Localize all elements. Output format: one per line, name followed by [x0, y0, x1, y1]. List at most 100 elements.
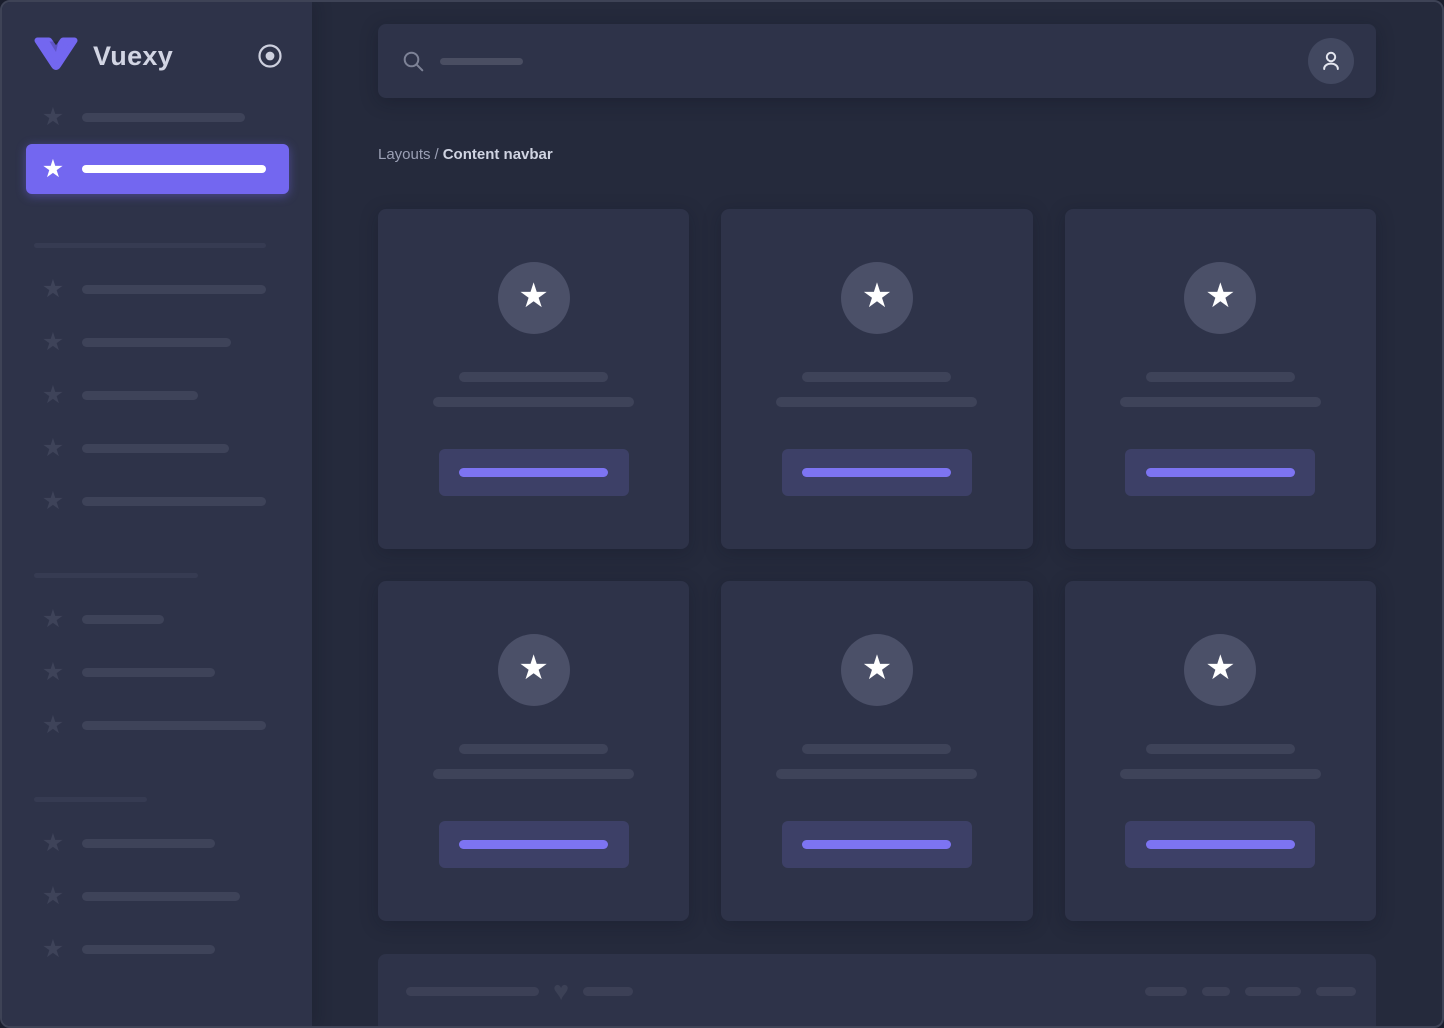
card-avatar-circle: ★ — [498, 262, 570, 334]
card-action-button[interactable] — [1125, 821, 1315, 868]
card-action-button[interactable] — [439, 449, 629, 496]
top-navbar — [378, 24, 1376, 98]
sidebar: Vuexy ★ ★ ★ — [2, 2, 312, 1026]
brand-title: Vuexy — [93, 41, 173, 72]
card-subtitle-placeholder — [776, 397, 977, 407]
star-icon: ★ — [41, 489, 65, 513]
card-avatar-circle: ★ — [1184, 262, 1256, 334]
star-icon: ★ — [41, 937, 65, 961]
star-icon: ★ — [862, 279, 892, 317]
star-icon: ★ — [1205, 651, 1235, 689]
card-subtitle-placeholder — [433, 769, 634, 779]
footer-text-placeholder — [406, 987, 539, 996]
star-icon: ★ — [41, 713, 65, 737]
menu-label-placeholder — [34, 797, 147, 802]
sidebar-menu-item[interactable]: ★ — [2, 831, 312, 855]
star-icon: ★ — [41, 436, 65, 460]
sidebar-menu-item[interactable]: ★ — [26, 144, 289, 194]
card-subtitle-placeholder — [1120, 397, 1321, 407]
vuexy-logo-icon[interactable] — [32, 36, 80, 76]
menu-label-placeholder — [82, 285, 266, 294]
user-avatar-button[interactable] — [1308, 38, 1354, 84]
button-label-placeholder — [802, 468, 951, 477]
card-avatar-circle: ★ — [1184, 634, 1256, 706]
card-avatar-circle: ★ — [498, 634, 570, 706]
star-icon: ★ — [41, 607, 65, 631]
sidebar-menu-item[interactable]: ★ — [2, 884, 312, 908]
menu-label-placeholder — [82, 945, 215, 954]
card-action-button[interactable] — [1125, 449, 1315, 496]
card-subtitle-placeholder — [433, 397, 634, 407]
menu-label-placeholder — [82, 444, 229, 453]
card-title-placeholder — [1146, 744, 1295, 754]
menu-label-placeholder — [82, 113, 245, 122]
sidebar-menu-item[interactable]: ★ — [2, 383, 312, 407]
placeholder-card: ★ — [1065, 581, 1376, 921]
app-window: Vuexy ★ ★ ★ — [0, 0, 1444, 1028]
menu-pin-toggle[interactable] — [257, 43, 283, 69]
card-subtitle-placeholder — [776, 769, 977, 779]
menu-label-placeholder — [82, 497, 266, 506]
sidebar-menu-item[interactable]: ★ — [2, 277, 312, 301]
menu-label-placeholder — [82, 668, 215, 677]
card-action-button[interactable] — [439, 821, 629, 868]
breadcrumb: Layouts/Content navbar — [378, 145, 1376, 165]
star-icon: ★ — [41, 105, 65, 129]
menu-label-placeholder — [82, 338, 231, 347]
main-content: Layouts/Content navbar ★ ★ — [312, 2, 1442, 1026]
breadcrumb-section[interactable]: Layouts — [378, 146, 431, 163]
card-action-button[interactable] — [782, 449, 972, 496]
menu-label-placeholder — [82, 892, 240, 901]
sidebar-menu: ★ ★ ★ ★ ★ ★ — [2, 76, 312, 961]
menu-label-placeholder — [82, 839, 215, 848]
sidebar-menu-item[interactable]: ★ — [2, 330, 312, 354]
placeholder-card: ★ — [721, 581, 1032, 921]
footer-links — [1145, 987, 1356, 996]
footer-text-placeholder — [583, 987, 633, 996]
menu-label-placeholder — [34, 243, 266, 248]
card-title-placeholder — [459, 372, 608, 382]
placeholder-card: ★ — [378, 581, 689, 921]
card-title-placeholder — [802, 744, 951, 754]
cards-grid: ★ ★ — [378, 209, 1376, 921]
star-icon: ★ — [41, 157, 65, 181]
button-label-placeholder — [459, 840, 608, 849]
button-label-placeholder — [1146, 840, 1295, 849]
star-icon: ★ — [41, 383, 65, 407]
sidebar-menu-item[interactable] — [34, 573, 312, 578]
menu-label-placeholder — [82, 721, 266, 730]
menu-label-placeholder — [34, 573, 198, 578]
card-action-button[interactable] — [782, 821, 972, 868]
card-title-placeholder — [459, 744, 608, 754]
footer-link-placeholder[interactable] — [1316, 987, 1356, 996]
footer-link-placeholder[interactable] — [1245, 987, 1301, 996]
card-subtitle-placeholder — [1120, 769, 1321, 779]
breadcrumb-separator: / — [435, 146, 439, 163]
sidebar-menu-item[interactable] — [34, 797, 312, 802]
button-label-placeholder — [459, 468, 608, 477]
search-input[interactable] — [402, 50, 1308, 73]
sidebar-menu-item[interactable] — [34, 243, 312, 248]
sidebar-menu-item[interactable]: ★ — [2, 660, 312, 684]
page-footer: ♥ — [378, 954, 1376, 1026]
sidebar-menu-item[interactable]: ★ — [2, 607, 312, 631]
sidebar-menu-item[interactable]: ★ — [2, 937, 312, 961]
menu-label-placeholder — [82, 165, 266, 173]
star-icon: ★ — [41, 660, 65, 684]
sidebar-menu-item[interactable]: ★ — [2, 436, 312, 460]
person-icon — [1319, 49, 1343, 73]
heart-icon: ♥ — [553, 978, 569, 1005]
card-avatar-circle: ★ — [841, 634, 913, 706]
sidebar-menu-item[interactable]: ★ — [2, 105, 312, 129]
placeholder-card: ★ — [378, 209, 689, 549]
breadcrumb-current: Content navbar — [443, 146, 553, 163]
star-icon: ★ — [41, 831, 65, 855]
star-icon: ★ — [41, 277, 65, 301]
star-icon: ★ — [1205, 279, 1235, 317]
search-placeholder-bar — [440, 58, 523, 65]
footer-link-placeholder[interactable] — [1202, 987, 1230, 996]
card-title-placeholder — [1146, 372, 1295, 382]
footer-link-placeholder[interactable] — [1145, 987, 1187, 996]
sidebar-menu-item[interactable]: ★ — [2, 489, 312, 513]
sidebar-menu-item[interactable]: ★ — [2, 713, 312, 737]
